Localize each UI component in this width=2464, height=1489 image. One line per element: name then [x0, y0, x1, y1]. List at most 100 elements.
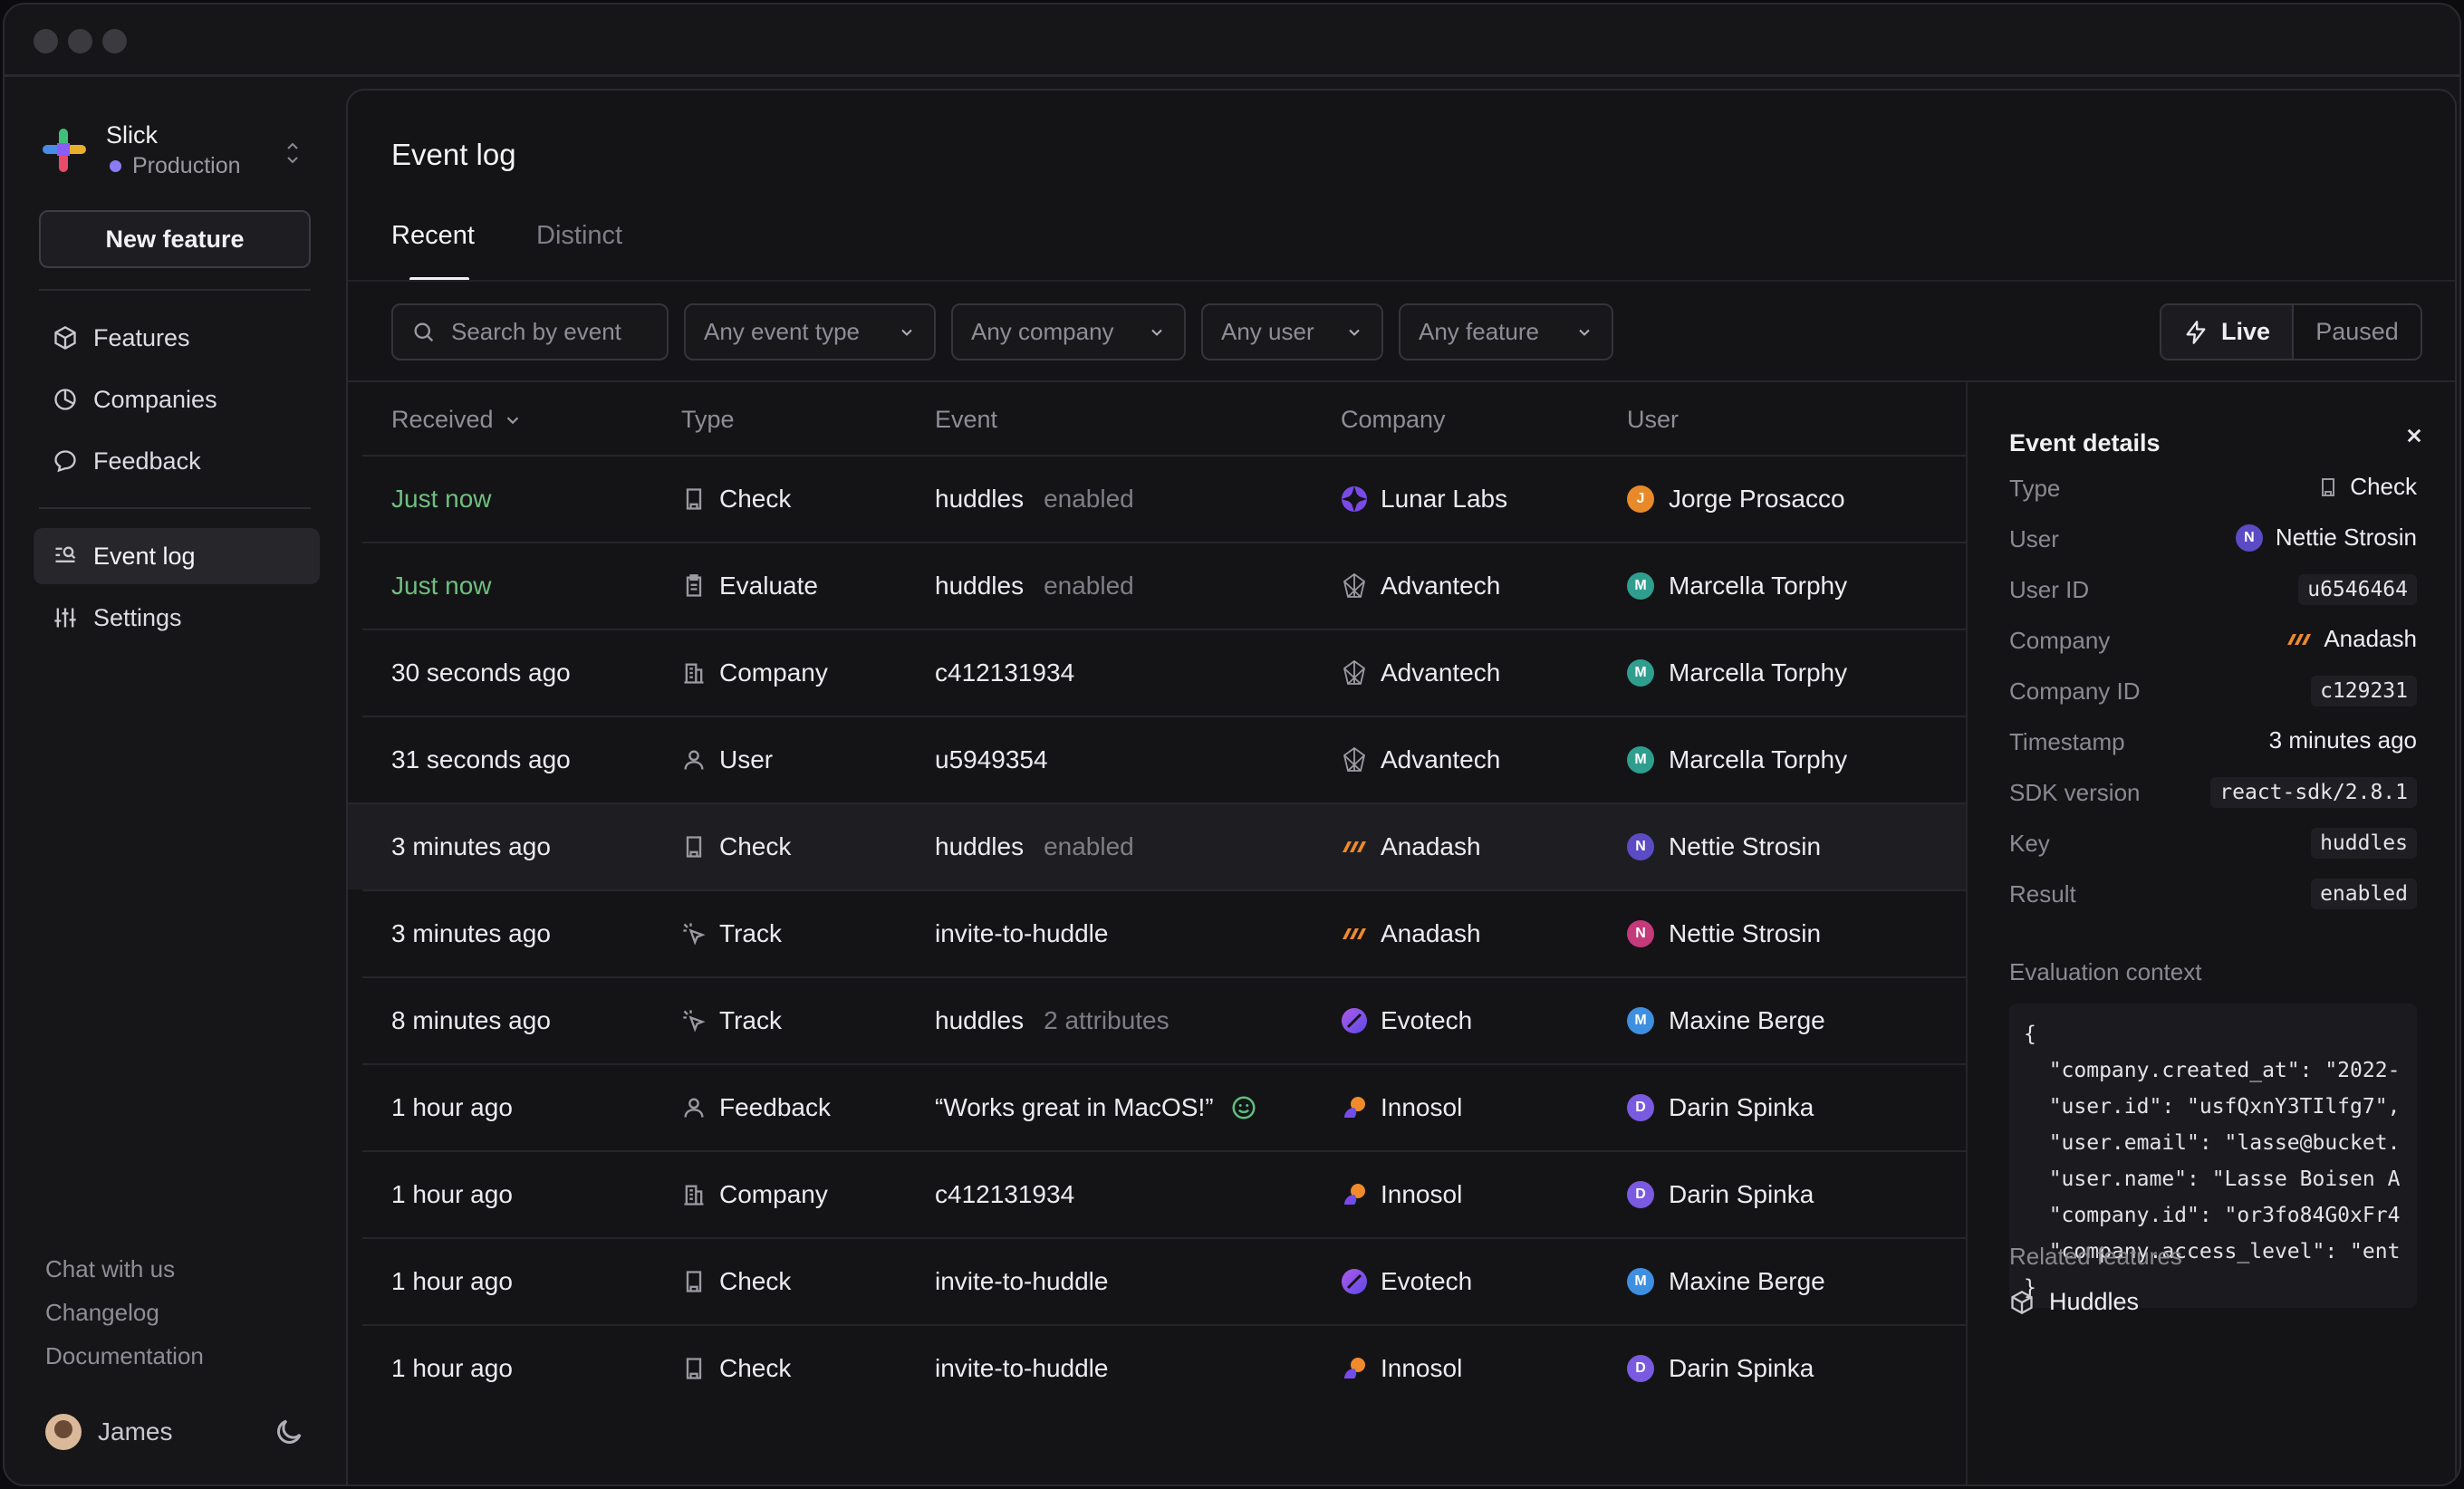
user-dropdown[interactable]: Any user: [1201, 303, 1383, 360]
company-logo-icon: [1341, 1268, 1368, 1295]
table-row[interactable]: Just now Evaluate huddles enabled Advantech M…: [362, 542, 1966, 629]
user-cell: N Nettie Strosin: [1627, 891, 1821, 976]
column-received[interactable]: Received: [391, 406, 523, 434]
type-cell: Company: [681, 630, 828, 716]
nav-item-event-log[interactable]: Event log: [34, 528, 320, 584]
detail-user: User N Nettie Strosin: [2009, 524, 2417, 552]
nav-item-companies[interactable]: Companies: [34, 371, 320, 427]
chevron-down-icon: [1579, 329, 1590, 336]
table-row[interactable]: 1 hour ago Company c412131934 Innosol D Darin…: [362, 1150, 1966, 1237]
app-window: Slick Production New feature Features Co…: [3, 3, 2461, 1486]
close-icon[interactable]: [2401, 422, 2428, 449]
company-cell: Innosol: [1341, 1065, 1462, 1150]
search-input[interactable]: Search by event: [391, 303, 669, 360]
received-cell: 1 hour ago: [391, 1093, 513, 1121]
company-cell: Evotech: [1341, 978, 1472, 1063]
feature-dropdown[interactable]: Any feature: [1399, 303, 1613, 360]
maximize-window-button[interactable]: [102, 29, 127, 53]
received-cell: 30 seconds ago: [391, 658, 571, 687]
log-search-icon: [52, 543, 79, 570]
event-cell: c412131934: [935, 658, 1075, 687]
anadash-logo-icon: [2287, 633, 2312, 645]
moon-icon[interactable]: [273, 1416, 305, 1448]
minimize-window-button[interactable]: [68, 29, 92, 53]
event-cell: invite-to-huddle: [935, 1267, 1109, 1295]
table-row[interactable]: 31 seconds ago User u5949354 Advantech M Marc…: [362, 716, 1966, 802]
detail-user-id: User ID u6546464: [2009, 571, 2417, 607]
nav-item-settings[interactable]: Settings: [34, 590, 320, 646]
event-cell: u5949354: [935, 745, 1048, 773]
table-row[interactable]: 1 hour ago Feedback “Works great in MacOS!…: [362, 1063, 1966, 1150]
avatar: [45, 1414, 82, 1450]
company-logo-icon: [1341, 833, 1368, 860]
received-cell: 1 hour ago: [391, 1180, 513, 1208]
nav-label: Companies: [93, 385, 217, 413]
user-profile[interactable]: James: [45, 1414, 172, 1450]
close-window-button[interactable]: [34, 29, 58, 53]
type-cell: Company: [681, 1152, 828, 1237]
table-row[interactable]: 3 minutes ago Track invite-to-huddle Anadas…: [362, 889, 1966, 976]
workspace-switcher[interactable]: Slick Production: [41, 116, 313, 185]
table-row[interactable]: 3 minutes ago Check huddles enabled Anadash N…: [348, 802, 1966, 889]
table-row[interactable]: 8 minutes ago Track huddles 2 attributes Evo…: [362, 976, 1966, 1063]
tab-recent[interactable]: Recent: [391, 221, 475, 251]
workspace-name: Slick: [106, 121, 159, 149]
check-type-icon: [681, 1356, 707, 1381]
nav-item-feedback[interactable]: Feedback: [34, 433, 320, 489]
chat-with-us-link[interactable]: Chat with us: [45, 1255, 175, 1283]
related-feature-link[interactable]: Huddles: [2009, 1288, 2139, 1316]
nav-item-features[interactable]: Features: [34, 310, 320, 366]
check-type-icon: [2322, 477, 2335, 496]
user-cell: M Marcella Torphy: [1627, 717, 1847, 802]
column-user: User: [1627, 406, 1680, 433]
company-logo-icon: [1341, 572, 1368, 600]
user-cell: J Jorge Prosacco: [1627, 456, 1845, 542]
user-avatar: M: [1627, 572, 1654, 600]
documentation-link[interactable]: Documentation: [45, 1342, 204, 1370]
received-cell: Just now: [391, 485, 492, 513]
environment-dot-icon: [110, 159, 121, 172]
received-cell: 1 hour ago: [391, 1267, 513, 1295]
company-logo-icon: [1341, 1355, 1368, 1382]
chevron-down-icon: [1349, 329, 1360, 336]
building-icon: [681, 1182, 707, 1207]
table-row[interactable]: 1 hour ago Check invite-to-huddle Innosol D D…: [362, 1324, 1966, 1411]
tab-distinct[interactable]: Distinct: [536, 221, 622, 251]
received-cell: 3 minutes ago: [391, 832, 551, 860]
user-cell: N Nettie Strosin: [1627, 804, 1821, 889]
chevron-down-icon: [901, 329, 912, 336]
company-logo-icon: [1341, 920, 1368, 947]
event-type-dropdown[interactable]: Any event type: [684, 303, 936, 360]
divider: [39, 289, 311, 291]
new-feature-button[interactable]: New feature: [39, 210, 311, 268]
chat-bubble-icon: [52, 447, 79, 475]
dropdown-label: Any event type: [704, 318, 860, 345]
company-cell: Anadash: [1341, 891, 1481, 976]
lightning-icon: [2186, 320, 2206, 344]
table-row[interactable]: 1 hour ago Check invite-to-huddle Evotech M M…: [362, 1237, 1966, 1324]
company-logo-icon: [1341, 1181, 1368, 1208]
event-details-panel: Event details Type Check User N Nettie St…: [1966, 382, 2455, 1484]
live-button[interactable]: Live: [2161, 305, 2294, 359]
company-cell: Advantech: [1341, 717, 1500, 802]
chevron-up-down-icon: [284, 138, 302, 168]
user-icon: [681, 1095, 707, 1120]
type-cell: Track: [681, 891, 782, 976]
paused-button[interactable]: Paused: [2294, 305, 2421, 359]
dropdown-label: Any user: [1221, 318, 1314, 345]
changelog-link[interactable]: Changelog: [45, 1299, 159, 1327]
user-cell: M Marcella Torphy: [1627, 543, 1847, 629]
search-icon: [414, 322, 434, 341]
table-row[interactable]: 30 seconds ago Company c412131934 Advantech…: [362, 629, 1966, 716]
detail-result: Result enabled: [2009, 875, 2417, 911]
table-row[interactable]: Just now Check huddles enabled Lunar Labs J Jo…: [362, 455, 1966, 542]
event-table: Received Type Event Company User Just no…: [348, 382, 1966, 1411]
company-dropdown[interactable]: Any company: [951, 303, 1186, 360]
user-cell: D Darin Spinka: [1627, 1326, 1814, 1411]
cursor-click-icon: [681, 1008, 707, 1033]
company-cell: Evotech: [1341, 1239, 1472, 1324]
event-cell: huddles enabled: [935, 572, 1134, 600]
building-icon: [681, 660, 707, 686]
type-cell: Check: [681, 1326, 791, 1411]
detail-company: Company Anadash: [2009, 625, 2417, 654]
